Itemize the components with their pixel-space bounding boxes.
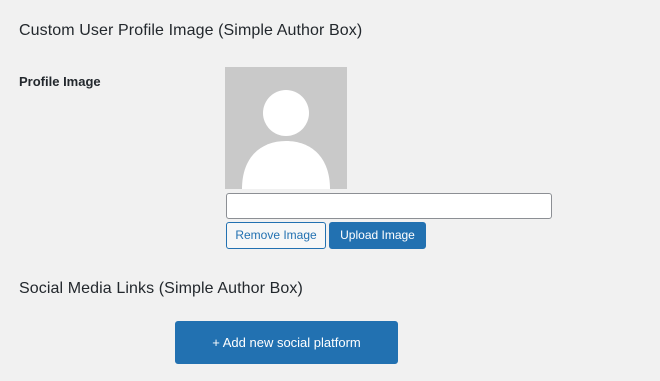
remove-image-button[interactable]: Remove Image	[226, 222, 326, 249]
user-silhouette-icon	[242, 90, 330, 189]
avatar	[225, 67, 347, 189]
profile-image-section-title: Custom User Profile Image (Simple Author…	[19, 22, 363, 39]
upload-image-button[interactable]: Upload Image	[329, 222, 426, 249]
social-links-section-title: Social Media Links (Simple Author Box)	[19, 280, 303, 297]
profile-image-label: Profile Image	[19, 74, 101, 89]
add-social-platform-button[interactable]: + Add new social platform	[175, 321, 398, 364]
profile-image-url-input[interactable]	[226, 193, 552, 219]
